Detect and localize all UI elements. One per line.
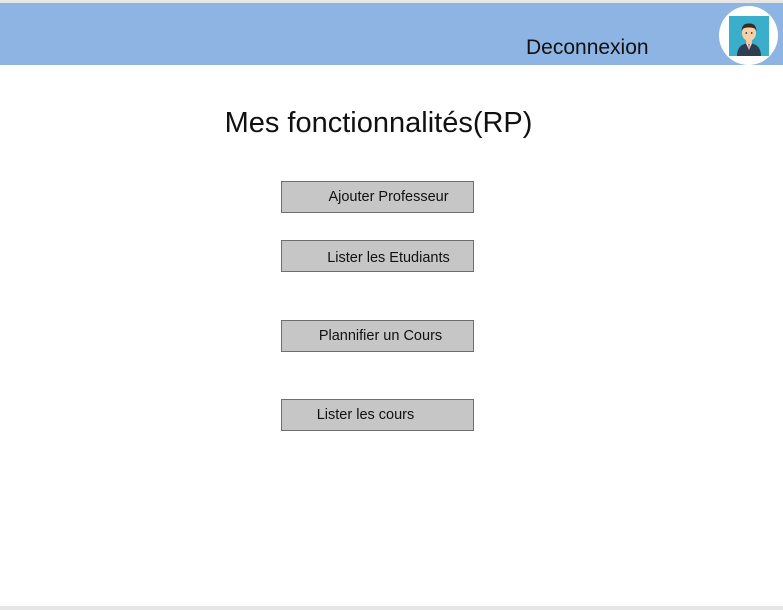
page-title: Mes fonctionnalités(RP) xyxy=(224,107,533,139)
header-bar: Deconnexion xyxy=(0,3,783,65)
page: Deconnexion Mes fonctionnalités(RP) Ajou… xyxy=(0,3,783,606)
avatar[interactable] xyxy=(719,6,778,65)
plan-course-button[interactable]: Plannifier un Cours xyxy=(281,320,474,352)
list-courses-button[interactable]: Lister les cours xyxy=(281,399,474,431)
list-students-button[interactable]: Lister les Etudiants xyxy=(281,240,474,272)
user-avatar-icon xyxy=(729,16,769,56)
add-teacher-button[interactable]: Ajouter Professeur xyxy=(281,181,474,213)
logout-link[interactable]: Deconnexion xyxy=(526,36,649,60)
